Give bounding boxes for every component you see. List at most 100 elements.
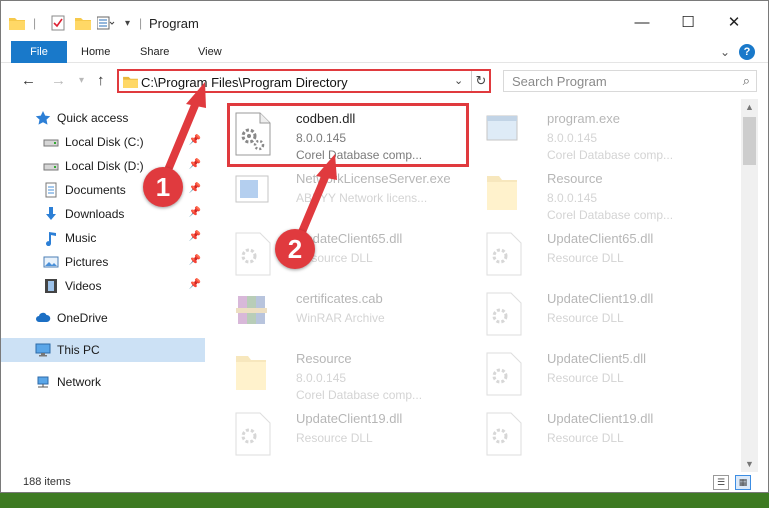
up-arrow-icon[interactable]: ↑ [97,72,105,89]
chevron-down-icon[interactable]: ⌄ [720,45,730,59]
monitor-icon [35,342,51,358]
item-count: 188 items [23,476,71,488]
pin-icon[interactable]: 📌 [189,207,201,218]
explorer-window: | ▾ | Program — ☐ ✕ File Home Share View… [0,0,769,493]
file-tile-codben-dll[interactable]: codben.dll 8.0.0.145 Corel Database comp… [227,103,469,167]
title-bar: | ▾ | Program — ☐ ✕ [1,1,768,45]
dll-gear-icon [234,232,274,278]
file-tile-updateclient5[interactable]: UpdateClient5.dll Resource DLL [481,346,717,404]
properties-check-icon[interactable] [51,14,65,32]
back-arrow-icon[interactable]: ← [21,72,36,89]
file-tile-program-exe[interactable]: program.exe 8.0.0.145 Corel Database com… [481,106,717,164]
network-icon [35,374,51,390]
navigation-pane: Quick access Local Disk (C:) 📌 Local Dis… [1,99,211,464]
folder-icon [123,75,138,91]
folder-icon[interactable] [9,14,25,32]
file-tile-updateclient19-c[interactable]: UpdateClient19.dll Resource DLL [481,406,717,464]
refresh-icon[interactable]: ↻ [471,71,490,91]
sidebar-item-this-pc[interactable]: This PC [1,338,205,362]
customize-dropdown-icon[interactable]: ▾ [125,14,130,32]
file-tile-resource-folder[interactable]: Resource 8.0.0.145 Corel Database comp..… [481,166,717,224]
sidebar-item-videos[interactable]: Videos 📌 [1,274,205,298]
new-folder-icon[interactable] [75,14,91,32]
details-view-icon[interactable]: ☰ [713,475,729,490]
dll-gear-icon [485,352,525,398]
scroll-thumb[interactable] [743,117,756,165]
step-2-badge: 2 [275,229,315,269]
address-row: ← → ▾ ↑ C:\Program Files\Program Directo… [1,63,768,99]
pin-icon[interactable]: 📌 [189,183,201,194]
address-path: C:\Program Files\Program Directory [141,75,348,90]
forward-arrow-icon[interactable]: → [51,72,66,89]
sidebar-item-onedrive[interactable]: OneDrive [1,306,205,330]
file-tile-updateclient19-a[interactable]: UpdateClient19.dll Resource DLL [481,286,717,344]
file-description: ABBYY Network licens... [296,191,428,205]
folder-icon [485,172,525,218]
address-bar[interactable]: C:\Program Files\Program Directory ⌄ ↻ [117,69,491,93]
customize-list-icon[interactable] [97,14,115,32]
search-input[interactable]: Search Program ⌕ [503,70,757,92]
drive-icon [43,134,59,150]
exe-icon [485,112,525,158]
close-button[interactable]: ✕ [711,7,757,37]
sidebar-item-label: Downloads [65,207,125,221]
sidebar-item-quick-access[interactable]: Quick access [1,106,205,130]
pin-icon[interactable]: 📌 [189,255,201,266]
minimize-button[interactable]: — [619,7,665,37]
large-icons-view-icon[interactable]: ▦ [735,475,751,490]
file-description: Corel Database comp... [296,388,423,402]
file-description: Resource DLL [547,311,624,325]
file-description: WinRAR Archive [296,311,385,325]
step-1-badge: 1 [143,167,183,207]
file-name: NetworkLicenseServer.exe [296,171,451,186]
file-tile-updateclient65-b[interactable]: UpdateClient65.dll Resource DLL [481,226,717,284]
sidebar-item-music[interactable]: Music 📌 [1,226,205,250]
file-description: Corel Database comp... [296,148,423,162]
file-name: UpdateClient65.dll [547,231,654,246]
help-icon[interactable]: ? [739,44,755,60]
pin-icon[interactable]: 📌 [189,135,201,146]
file-name: program.exe [547,111,620,126]
app-window-icon [234,172,274,218]
tab-file[interactable]: File [11,41,67,63]
tab-home[interactable]: Home [81,41,110,63]
file-name: Resource [296,351,352,366]
file-name: UpdateClient5.dll [547,351,647,366]
file-description: Resource DLL [547,431,624,445]
recent-dropdown-icon[interactable]: ▾ [79,75,84,86]
star-icon [35,110,51,126]
file-tile-updateclient19-b[interactable]: UpdateClient19.dll Resource DLL [230,406,466,464]
sidebar-item-label: This PC [57,343,100,357]
file-tile-updateclient65-a[interactable]: UpdateClient65.dll Resource DLL [230,226,466,284]
tab-view[interactable]: View [198,41,222,63]
file-name: UpdateClient19.dll [547,411,654,426]
sidebar-item-downloads[interactable]: Downloads 📌 [1,202,205,226]
address-dropdown-icon[interactable]: ⌄ [454,74,463,87]
file-name: codben.dll [296,111,356,126]
cloud-icon [35,310,51,326]
sidebar-item-local-disk-c[interactable]: Local Disk (C:) 📌 [1,130,205,154]
vertical-scrollbar[interactable]: ▲ ▼ [741,99,758,472]
dll-gear-icon [234,412,274,458]
file-tile-resource-folder-2[interactable]: Resource 8.0.0.145 Corel Database comp..… [230,346,466,404]
file-description: Corel Database comp... [547,148,674,162]
sidebar-item-label: Documents [65,183,126,197]
status-bar: 188 items ☰ ▦ [1,472,768,492]
file-tile-certificates-cab[interactable]: certificates.cab WinRAR Archive [230,286,466,344]
pin-icon[interactable]: 📌 [189,231,201,242]
pin-icon[interactable]: 📌 [189,279,201,290]
sidebar-item-label: Videos [65,279,102,293]
sidebar-item-network[interactable]: Network [1,370,205,394]
scroll-up-icon[interactable]: ▲ [745,102,754,112]
scroll-down-icon[interactable]: ▼ [745,459,754,469]
pin-icon[interactable]: 📌 [189,159,201,170]
file-tile-networklicenseserver[interactable]: NetworkLicenseServer.exe ABBYY Network l… [230,166,466,224]
search-icon: ⌕ [742,73,750,88]
file-description: Corel Database comp... [547,208,674,222]
separator: | [139,16,143,30]
tab-share[interactable]: Share [140,41,169,63]
maximize-button[interactable]: ☐ [665,7,711,37]
sidebar-item-pictures[interactable]: Pictures 📌 [1,250,205,274]
folder-icon [234,352,274,398]
file-list: codben.dll 8.0.0.145 Corel Database comp… [213,99,741,464]
